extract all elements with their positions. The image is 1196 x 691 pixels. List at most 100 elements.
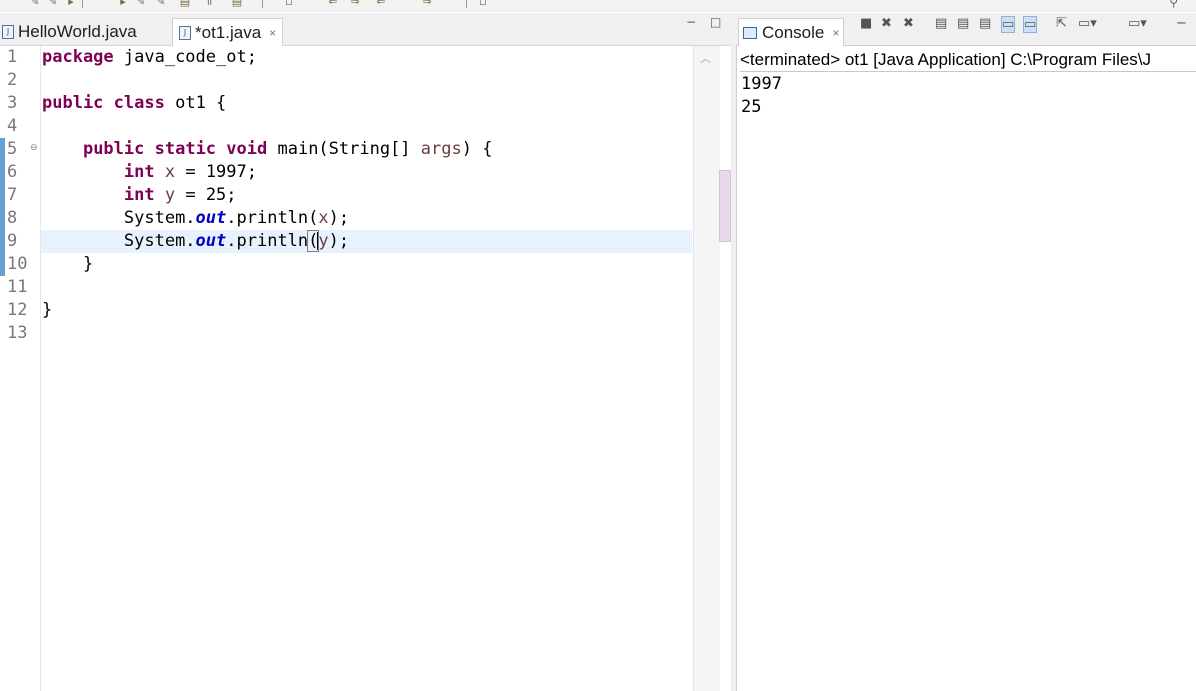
console-output-line: 25: [741, 97, 762, 117]
line-number: 7: [7, 185, 18, 205]
line-number: 1: [7, 47, 18, 67]
line-number: 12: [7, 300, 28, 320]
code-line-1: package java_code_ot;: [42, 46, 257, 69]
toolbar-debug-icon[interactable]: ✎: [154, 0, 168, 8]
toolbar-separator: [262, 0, 263, 8]
toolbar-pause-icon[interactable]: ॥: [202, 0, 216, 8]
tab-label: Console: [762, 22, 825, 42]
code-text: java_code_ot;: [113, 47, 257, 67]
toolbar-back-icon[interactable]: ⇐: [326, 0, 340, 8]
code-line-9: System.out.println(y);: [42, 230, 349, 253]
keyword: package: [42, 47, 114, 67]
static-field: out: [195, 231, 227, 251]
pin-console-icon[interactable]: ⇱: [1056, 16, 1067, 31]
keyword: int: [123, 162, 155, 182]
code-line-8: System.out.println(x);: [42, 207, 349, 230]
code-text: .println(: [226, 208, 319, 228]
close-icon[interactable]: ×: [832, 26, 839, 40]
toolbar-arrow-icon[interactable]: ▸: [64, 0, 78, 8]
maximize-icon[interactable]: □: [710, 15, 721, 29]
minimize-icon[interactable]: −: [686, 15, 696, 29]
line-number: 11: [7, 277, 28, 297]
console-view[interactable]: <terminated> ot1 [Java Application] C:\P…: [736, 46, 1196, 691]
local-variable: y: [164, 185, 176, 205]
toolbar-run-icon[interactable]: ▸: [116, 0, 130, 8]
toolbar-separator: [82, 0, 83, 8]
toolbar-save-icon[interactable]: ▤: [178, 0, 192, 8]
remove-all-terminated-icon[interactable]: ✖: [903, 16, 914, 31]
toolbar-history-forward-icon[interactable]: ⇒: [420, 0, 434, 8]
tab-console[interactable]: Console ×: [738, 18, 845, 46]
remove-launch-icon[interactable]: ✖: [881, 16, 892, 31]
scroll-up-icon[interactable]: ︿: [700, 50, 711, 66]
keyword: class: [113, 93, 165, 113]
code-line-7: int y = 25;: [42, 184, 237, 207]
code-text: System.: [123, 231, 196, 251]
line-number: 13: [7, 323, 28, 343]
line-number: 10: [7, 254, 28, 274]
vertical-scrollbar[interactable]: ︿: [693, 46, 720, 691]
terminate-icon[interactable]: ■: [860, 16, 872, 31]
scroll-lock-icon[interactable]: ▤: [957, 16, 969, 31]
toolbar-pencil-icon[interactable]: ✎: [46, 0, 60, 8]
local-variable: x: [164, 162, 176, 182]
toolbar-history-back-icon[interactable]: ⇐: [374, 0, 388, 8]
code-line-12: }: [42, 299, 52, 322]
code-line-6: int x = 1997;: [42, 161, 257, 184]
tab-ot1-java[interactable]: J *ot1.java ×: [172, 18, 284, 46]
toolbar-highlight-icon[interactable]: ✎: [134, 0, 148, 8]
code-text: main(String[]: [267, 139, 421, 159]
java-file-icon: J: [179, 25, 191, 40]
code-text: .println: [226, 231, 309, 251]
toolbar-open-icon[interactable]: ▤: [230, 0, 244, 8]
console-status-line: <terminated> ot1 [Java Application] C:\P…: [740, 50, 1196, 72]
toolbar-forward-icon[interactable]: ⇒: [348, 0, 362, 8]
overview-ruler-marker[interactable]: [719, 170, 731, 242]
line-number: 5: [7, 139, 18, 159]
keyword: static: [154, 139, 217, 159]
line-number: 9: [7, 231, 18, 251]
code-text: ot1 {: [164, 93, 227, 113]
line-number: 4: [7, 116, 18, 136]
console-output-line: 1997: [741, 74, 782, 94]
show-on-stdout-icon[interactable]: ▭: [1001, 16, 1016, 33]
keyword: public: [82, 139, 145, 159]
editor-tab-bar: J HelloWorld.java J *ot1.java × − □: [0, 13, 731, 46]
line-number: 6: [7, 162, 18, 182]
console-tab-bar: Console × ■ ✖ ✖ ▤ ▤ ▤ ▭ ▭ ⇱ ▭▾ ▭▾ −: [736, 13, 1196, 46]
code-line-3: public class ot1 {: [42, 92, 226, 115]
clear-console-icon[interactable]: ▤: [935, 16, 947, 31]
code-text: }: [82, 254, 94, 274]
show-on-stderr-icon[interactable]: ▭: [1023, 16, 1038, 33]
close-icon[interactable]: ×: [269, 26, 276, 40]
main-toolbar: ✎ ✎ ▸ ▸ ✎ ✎ ▤ ॥ ▤ ▫ ⇐ ⇒ ⇐ ⇒ ▫ ⚲: [0, 0, 1196, 12]
static-field: out: [195, 208, 227, 228]
code-line-5: public static void main(String[] args) {: [42, 138, 493, 161]
keyword: public: [42, 93, 104, 113]
toolbar-edit-icon[interactable]: ✎: [28, 0, 42, 8]
open-console-icon[interactable]: ▭▾: [1128, 16, 1147, 31]
tab-helloworld-java[interactable]: J HelloWorld.java: [2, 18, 137, 45]
local-variable: y: [318, 231, 329, 251]
line-number-gutter: 1 2 3 4 5 ⊖ 6 7 8 9 10 11 12 13: [0, 46, 41, 691]
parameter: args: [420, 139, 462, 159]
keyword: void: [226, 139, 268, 159]
display-console-icon[interactable]: ▭▾: [1078, 16, 1097, 31]
minimize-icon[interactable]: −: [1176, 16, 1187, 31]
search-icon[interactable]: ⚲: [1169, 0, 1178, 9]
code-text: ) {: [461, 139, 493, 159]
code-text: = 25;: [175, 185, 237, 205]
code-text: );: [328, 231, 350, 251]
console-icon: [743, 26, 757, 39]
fold-collapse-icon[interactable]: ⊖: [30, 143, 38, 153]
change-marker: [0, 138, 5, 276]
toolbar-perspective-icon[interactable]: ▫: [476, 0, 490, 8]
java-file-icon: J: [2, 24, 14, 39]
code-line-10: }: [42, 253, 93, 276]
tab-label: *ot1.java: [195, 22, 262, 42]
line-number: 8: [7, 208, 18, 228]
word-wrap-icon[interactable]: ▤: [979, 16, 991, 31]
code-editor[interactable]: 1 2 3 4 5 ⊖ 6 7 8 9 10 11 12 13 package …: [0, 46, 731, 691]
keyword: int: [123, 185, 155, 205]
toolbar-task-icon[interactable]: ▫: [282, 0, 296, 8]
